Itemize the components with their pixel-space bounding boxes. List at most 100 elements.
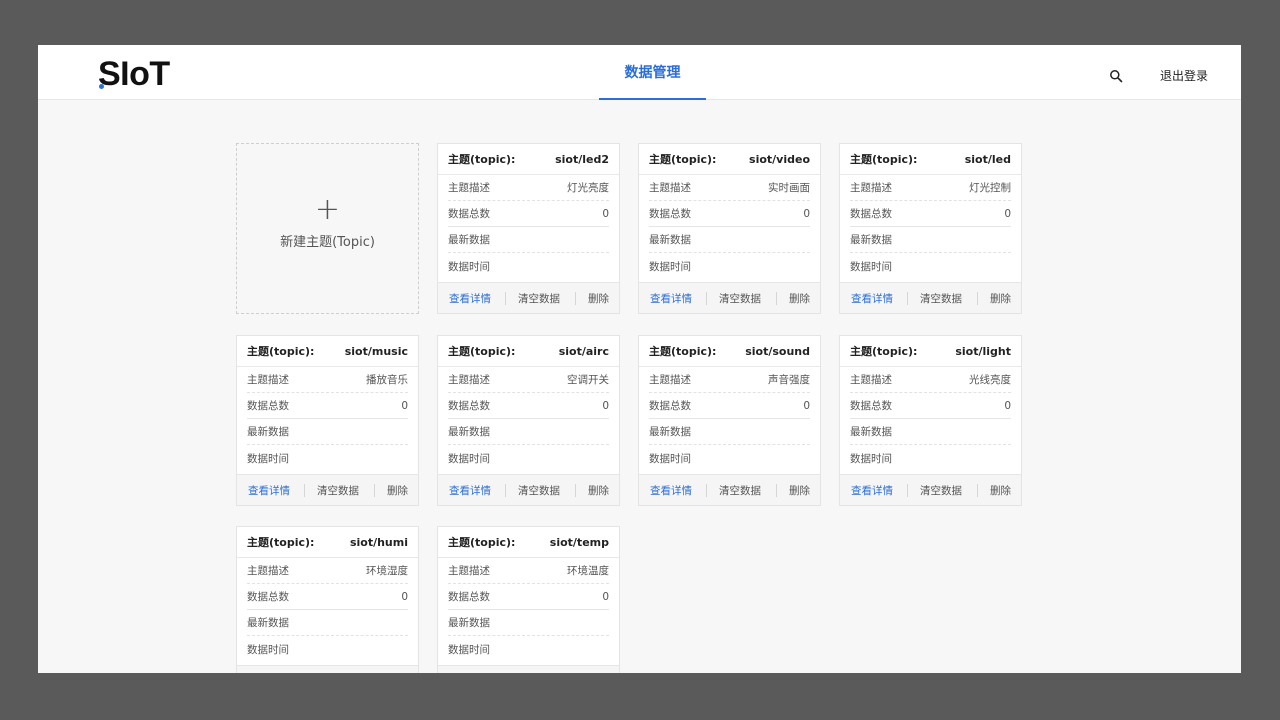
view-details-button[interactable]: 查看详情	[639, 483, 706, 498]
topic-label: 主题(topic):	[850, 345, 918, 358]
count-label: 数据总数	[448, 208, 490, 220]
time-label: 数据时间	[247, 452, 289, 465]
desc-value: 播放音乐	[366, 374, 408, 386]
view-details-button[interactable]: 查看详情	[438, 291, 505, 306]
delete-button[interactable]: 删除	[978, 483, 1011, 498]
count-label: 数据总数	[649, 208, 691, 220]
delete-button[interactable]: 删除	[777, 483, 810, 498]
clear-data-button[interactable]: 清空数据	[506, 291, 575, 306]
latest-label: 最新数据	[448, 234, 490, 246]
topic-card-header: 主题(topic): siot/humi	[237, 527, 418, 558]
count-row: 数据总数 0	[247, 393, 408, 419]
clear-data-button[interactable]: 清空数据	[506, 483, 575, 498]
desc-row: 主题描述 灯光控制	[850, 175, 1011, 201]
topic-label: 主题(topic):	[247, 536, 315, 549]
delete-button[interactable]: 删除	[576, 291, 609, 306]
count-label: 数据总数	[448, 591, 490, 603]
clear-data-button[interactable]: 清空数据	[305, 483, 374, 498]
topic-name: siot/humi	[349, 535, 408, 549]
time-row: 数据时间	[448, 253, 609, 279]
desc-value: 环境温度	[567, 565, 609, 577]
tab-data-management[interactable]: 数据管理	[599, 45, 706, 100]
logo-accent-dot	[99, 84, 104, 89]
view-details-button[interactable]: 查看详情	[237, 483, 304, 498]
clear-data-button[interactable]: 清空数据	[707, 483, 776, 498]
view-details-button[interactable]: 查看详情	[438, 483, 505, 498]
topic-card-header: 主题(topic): siot/sound	[639, 336, 820, 367]
time-label: 数据时间	[448, 260, 490, 273]
clear-data-button[interactable]: 清空数据	[707, 291, 776, 306]
topic-card: 主题(topic): siot/airc 主题描述 空调开关 数据总数 0 最新…	[437, 335, 620, 506]
desc-value: 声音强度	[768, 374, 810, 386]
topic-card: 主题(topic): siot/light 主题描述 光线亮度 数据总数 0 最…	[839, 335, 1022, 506]
new-topic-card[interactable]: + 新建主题(Topic)	[236, 143, 419, 314]
desc-row: 主题描述 声音强度	[649, 367, 810, 393]
count-row: 数据总数 0	[850, 393, 1011, 419]
desc-label: 主题描述	[448, 182, 490, 194]
desc-label: 主题描述	[649, 374, 691, 386]
time-label: 数据时间	[649, 260, 691, 273]
desc-value: 环境湿度	[366, 565, 408, 577]
topic-name: siot/temp	[549, 535, 609, 549]
siot-logo: SIoT	[98, 55, 170, 93]
topic-card-header: 主题(topic): siot/music	[237, 336, 418, 367]
view-details-button[interactable]: 查看详情	[639, 291, 706, 306]
latest-row: 最新数据	[850, 419, 1011, 445]
delete-button[interactable]: 删除	[777, 291, 810, 306]
count-value: 0	[803, 207, 810, 220]
top-header: SIoT 数据管理 退出登录	[38, 45, 1241, 100]
count-label: 数据总数	[649, 400, 691, 412]
latest-row: 最新数据	[448, 419, 609, 445]
count-value: 0	[602, 399, 609, 412]
topic-label: 主题(topic):	[850, 153, 918, 166]
desc-row: 主题描述 环境湿度	[247, 558, 408, 584]
topic-label: 主题(topic):	[448, 153, 516, 166]
latest-label: 最新数据	[448, 617, 490, 629]
topic-label: 主题(topic):	[649, 345, 717, 358]
logout-link[interactable]: 退出登录	[1160, 67, 1208, 84]
time-row: 数据时间	[850, 445, 1011, 471]
topic-name: siot/led	[964, 152, 1011, 166]
latest-row: 最新数据	[448, 610, 609, 636]
count-value: 0	[401, 399, 408, 412]
delete-button[interactable]: 删除	[978, 291, 1011, 306]
count-label: 数据总数	[850, 400, 892, 412]
view-details-button[interactable]: 查看详情	[840, 483, 907, 498]
topic-card-header: 主题(topic): siot/airc	[438, 336, 619, 367]
card-actions: 查看详情 清空数据 删除	[438, 665, 619, 673]
desc-value: 光线亮度	[969, 374, 1011, 386]
latest-row: 最新数据	[649, 227, 810, 253]
topic-card: 主题(topic): siot/led 主题描述 灯光控制 数据总数 0 最新数…	[839, 143, 1022, 314]
time-label: 数据时间	[850, 452, 892, 465]
desc-value: 灯光控制	[969, 182, 1011, 194]
latest-row: 最新数据	[448, 227, 609, 253]
delete-button[interactable]: 删除	[576, 483, 609, 498]
topic-label: 主题(topic):	[448, 345, 516, 358]
desc-row: 主题描述 光线亮度	[850, 367, 1011, 393]
count-value: 0	[1004, 399, 1011, 412]
topic-card-header: 主题(topic): siot/led	[840, 144, 1021, 175]
card-actions: 查看详情 清空数据 删除	[237, 665, 418, 673]
count-row: 数据总数 0	[448, 584, 609, 610]
card-actions: 查看详情 清空数据 删除	[438, 282, 619, 313]
card-actions: 查看详情 清空数据 删除	[639, 474, 820, 505]
time-label: 数据时间	[649, 452, 691, 465]
count-row: 数据总数 0	[448, 201, 609, 227]
desc-value: 灯光亮度	[567, 182, 609, 194]
topic-card: 主题(topic): siot/sound 主题描述 声音强度 数据总数 0 最…	[638, 335, 821, 506]
view-details-button[interactable]: 查看详情	[840, 291, 907, 306]
clear-data-button[interactable]: 清空数据	[908, 291, 977, 306]
search-icon[interactable]	[1109, 69, 1123, 83]
count-value: 0	[1004, 207, 1011, 220]
desc-row: 主题描述 环境温度	[448, 558, 609, 584]
latest-label: 最新数据	[850, 426, 892, 438]
topic-card: 主题(topic): siot/video 主题描述 实时画面 数据总数 0 最…	[638, 143, 821, 314]
count-row: 数据总数 0	[850, 201, 1011, 227]
delete-button[interactable]: 删除	[375, 483, 408, 498]
topic-card: 主题(topic): siot/led2 主题描述 灯光亮度 数据总数 0 最新…	[437, 143, 620, 314]
desc-row: 主题描述 空调开关	[448, 367, 609, 393]
topic-card: 主题(topic): siot/music 主题描述 播放音乐 数据总数 0 最…	[236, 335, 419, 506]
clear-data-button[interactable]: 清空数据	[908, 483, 977, 498]
card-actions: 查看详情 清空数据 删除	[438, 474, 619, 505]
card-actions: 查看详情 清空数据 删除	[840, 282, 1021, 313]
